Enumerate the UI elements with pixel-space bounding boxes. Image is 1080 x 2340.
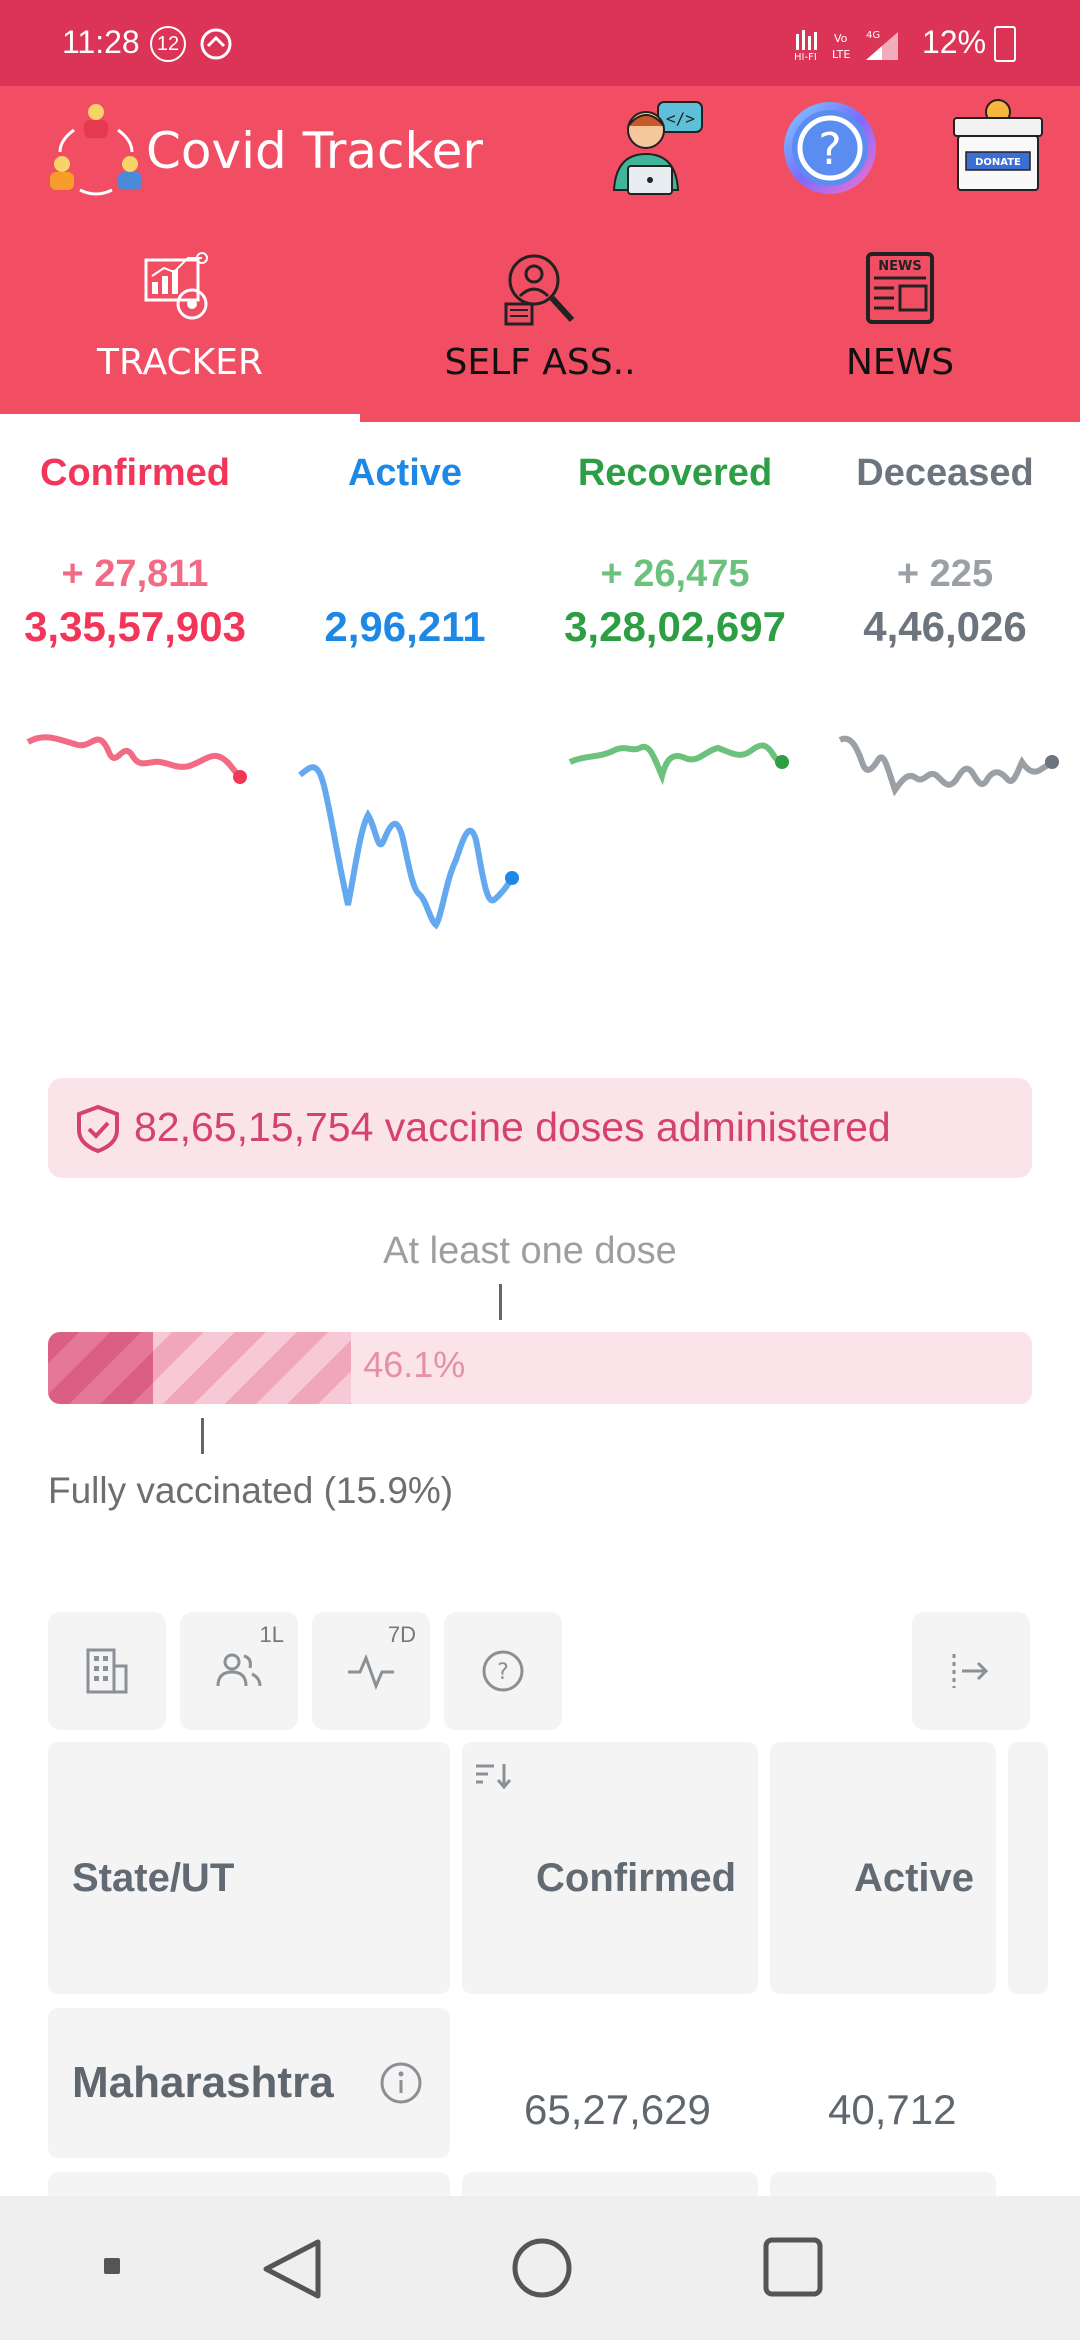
svg-text:Vo: Vo — [834, 32, 848, 45]
help-circle-icon: ? — [482, 1650, 524, 1692]
fully-vaccinated-fill — [48, 1332, 153, 1404]
newspaper-icon: NEWS — [866, 252, 934, 324]
sparkline-deceased — [838, 735, 1055, 797]
sync-icon — [200, 28, 232, 60]
tab-self-assessment-label: SELF ASS.. — [444, 342, 636, 383]
svg-text:4G: 4G — [866, 30, 880, 41]
stat-active[interactable]: Active 2,96,211 — [270, 452, 540, 651]
expand-table-button[interactable] — [912, 1612, 1030, 1730]
team-cycle-icon — [50, 104, 142, 196]
stat-confirmed-total: 3,35,57,903 — [24, 603, 246, 650]
svg-text:?: ? — [818, 124, 841, 175]
building-icon — [86, 1648, 128, 1694]
system-nav-bar — [0, 2196, 1080, 2340]
home-icon[interactable] — [510, 2236, 574, 2300]
stat-deceased-label: Deceased — [856, 452, 1034, 494]
fully-vaccinated-marker — [201, 1418, 204, 1454]
svg-text:LTE: LTE — [832, 48, 850, 61]
stat-recovered-delta: + 26,475 — [600, 553, 750, 595]
tab-news-label: NEWS — [845, 342, 955, 383]
stat-confirmed[interactable]: Confirmed + 27,811 3,35,57,903 — [0, 452, 270, 651]
tab-news[interactable]: NEWS NEWS — [820, 248, 980, 418]
vaccination-progress-bar — [48, 1332, 1032, 1404]
sparkline-confirmed-dot — [233, 770, 247, 784]
header-next-column[interactable] — [1008, 1742, 1048, 1994]
svg-text:HI-FI: HI-FI — [794, 52, 817, 62]
row-confirmed-value: 65,27,629 — [524, 2086, 711, 2133]
sparklines — [26, 734, 1059, 930]
stat-deceased-delta: + 225 — [896, 553, 994, 595]
tab-tracker-label: TRACKER — [96, 342, 264, 383]
at-least-one-dose-label: At least one dose — [383, 1230, 677, 1272]
stat-active-delta — [270, 553, 540, 599]
fully-vaccinated-label: Fully vaccinated (15.9%) — [48, 1470, 454, 1511]
svg-text:DONATE: DONATE — [975, 157, 1021, 168]
row-active-value: 40,712 — [828, 2086, 957, 2133]
self-assessment-icon — [504, 254, 575, 326]
stat-recovered-total: 3,28,02,697 — [564, 603, 786, 650]
recents-icon[interactable] — [762, 2236, 824, 2298]
one-dose-marker — [499, 1284, 502, 1320]
header-state-label: State/UT — [72, 1856, 235, 1900]
seven-day-toggle-button[interactable]: 7D — [312, 1612, 430, 1730]
sparkline-recovered — [568, 742, 785, 786]
people-icon — [216, 1653, 262, 1687]
stat-active-total: 2,96,211 — [324, 603, 486, 650]
developer-icon[interactable]: </> — [608, 96, 708, 196]
per-lakh-toggle-button[interactable]: 1L — [180, 1612, 298, 1730]
tab-self-assessment[interactable]: SELF ASS.. — [430, 248, 650, 418]
stat-recovered-label: Recovered — [577, 452, 773, 494]
toggle-district-button[interactable] — [48, 1612, 166, 1730]
battery-icon — [994, 26, 1016, 62]
status-bar: 11:28 12 HI-FI Vo LTE 4G 12% — [0, 0, 1080, 86]
state-name: Maharashtra — [72, 2058, 334, 2107]
stat-deceased-total: 4,46,026 — [863, 603, 1027, 650]
sparkline-confirmed — [26, 734, 242, 779]
stat-active-label: Active — [347, 452, 463, 494]
shield-check-icon — [77, 1104, 119, 1154]
pulse-icon — [348, 1653, 394, 1691]
expand-icon — [952, 1654, 989, 1688]
header-active[interactable]: Active — [770, 1742, 996, 1994]
sparkline-active-dot — [505, 871, 519, 885]
svg-text:?: ? — [497, 1660, 509, 1685]
per-lakh-superscript: 1L — [259, 1622, 284, 1647]
one-dose-percent: 46.1% — [363, 1344, 466, 1385]
stat-recovered[interactable]: Recovered + 26,475 3,28,02,697 — [540, 452, 810, 651]
table-help-button[interactable]: ? — [444, 1612, 562, 1730]
vaccine-doses-text: 82,65,15,754 vaccine doses administered — [134, 1104, 891, 1150]
sort-icon — [476, 1764, 512, 1790]
analytics-icon — [144, 252, 208, 320]
header-state[interactable]: State/UT — [48, 1742, 450, 1994]
tab-tracker[interactable]: TRACKER — [80, 248, 280, 418]
back-icon[interactable] — [256, 2236, 326, 2302]
vaccine-doses-banner: 82,65,15,754 vaccine doses administered — [48, 1078, 1032, 1178]
sparkline-recovered-dot — [775, 755, 789, 769]
battery-percent: 12% — [922, 24, 987, 60]
menu-square-icon[interactable] — [102, 2256, 122, 2276]
notification-count-badge: 12 — [150, 26, 186, 62]
table-row-state[interactable]: Maharashtra — [48, 2008, 450, 2158]
help-icon[interactable]: ? — [780, 98, 880, 198]
stat-deceased[interactable]: Deceased + 225 4,46,026 — [810, 452, 1080, 651]
svg-text:NEWS: NEWS — [878, 259, 921, 274]
seven-day-superscript: 7D — [387, 1622, 416, 1647]
header-confirmed[interactable]: Confirmed — [462, 1742, 758, 1994]
sparkline-active — [298, 764, 515, 930]
sparkline-deceased-dot — [1045, 755, 1059, 769]
donate-box-icon[interactable]: DONATE — [948, 96, 1048, 196]
info-icon[interactable] — [378, 2060, 424, 2106]
stat-confirmed-label: Confirmed — [40, 452, 230, 494]
app-title: Covid Tracker — [146, 122, 483, 180]
header-active-label: Active — [853, 1856, 974, 1900]
status-time: 11:28 — [62, 24, 140, 60]
svg-text:</>: </> — [666, 109, 695, 128]
header-confirmed-label: Confirmed — [536, 1856, 736, 1900]
network-signal-icon: HI-FI Vo LTE 4G — [794, 30, 898, 62]
stat-confirmed-delta: + 27,811 — [61, 553, 209, 595]
selected-tab-indicator — [0, 414, 360, 422]
